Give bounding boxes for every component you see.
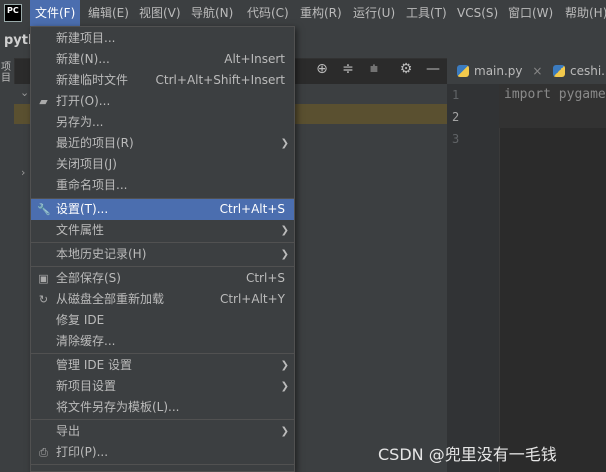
menu-run[interactable]: 运行(U): [348, 0, 400, 26]
menu-item-save-as[interactable]: 另存为...: [31, 112, 294, 133]
python-file-icon: [457, 65, 469, 77]
tab-label: main.py: [474, 64, 523, 78]
menu-view[interactable]: 视图(V): [134, 0, 186, 26]
menu-item-label: 从磁盘全部重新加载: [56, 292, 165, 306]
menu-item-open[interactable]: ▰ 打开(O)...: [31, 91, 294, 112]
line-number: 1: [452, 88, 460, 102]
menu-item-label: 文件属性: [56, 223, 105, 237]
menu-item-label: 全部保存(S): [56, 271, 121, 285]
menu-item-label: 新项目设置: [56, 379, 117, 393]
menu-item-label: 将文件另存为模板(L)...: [56, 400, 180, 414]
menu-item-shortcut: Ctrl+S: [245, 271, 285, 285]
menu-item-label: 另存为...: [56, 115, 104, 129]
collapse-all-icon[interactable]: ⩧: [365, 60, 383, 78]
menu-item-label: 最近的项目(R): [56, 136, 134, 150]
menu-tools[interactable]: 工具(T): [401, 0, 452, 26]
menu-separator: [31, 242, 294, 243]
menu-item-invalidate-caches[interactable]: 清除缓存...: [31, 331, 294, 352]
menu-item-repair-ide[interactable]: 修复 IDE: [31, 310, 294, 331]
menu-separator: [31, 353, 294, 354]
menu-item-shortcut: Alt+Insert: [224, 52, 285, 66]
menu-item-settings[interactable]: 🔧 设置(T)... Ctrl+Alt+S: [31, 199, 294, 220]
menu-item-new-project-settings[interactable]: 新项目设置 ❯: [31, 376, 294, 397]
menu-item-shortcut: Ctrl+Alt+S: [219, 202, 285, 216]
menu-item-rename-project[interactable]: 重命名项目...: [31, 175, 294, 196]
menu-item-file-properties[interactable]: 文件属性 ❯: [31, 220, 294, 241]
chevron-down-icon[interactable]: ⌄: [20, 86, 29, 99]
menu-item-recent-projects[interactable]: 最近的项目(R) ❯: [31, 133, 294, 154]
menu-item-local-history[interactable]: 本地历史记录(H) ❯: [31, 244, 294, 265]
close-icon[interactable]: ×: [532, 64, 542, 78]
python-file-icon: [553, 65, 565, 77]
current-line-highlight-2: [499, 106, 606, 128]
expand-all-icon[interactable]: ≑: [339, 60, 357, 78]
tab-ceshi-py[interactable]: ceshi.py: [553, 58, 606, 84]
submenu-arrow-icon: ❯: [280, 138, 289, 149]
project-tool-tab[interactable]: 项目: [1, 62, 13, 84]
printer-icon: ⎙: [39, 446, 48, 459]
submenu-arrow-icon: ❯: [280, 381, 289, 392]
gear-icon[interactable]: ⚙: [397, 60, 415, 78]
tab-label: ceshi.py: [570, 64, 606, 78]
menu-item-label: 清除缓存...: [56, 334, 116, 348]
menu-item-label: 打开(O)...: [56, 94, 111, 108]
menu-help[interactable]: 帮助(H): [560, 0, 606, 26]
menu-item-label: 重命名项目...: [56, 178, 128, 192]
pycharm-logo-icon: PC: [4, 4, 22, 22]
menu-separator: [31, 419, 294, 420]
code-text[interactable]: import pygame: [504, 87, 606, 102]
menu-edit[interactable]: 编辑(E): [83, 0, 134, 26]
submenu-arrow-icon: ❯: [280, 249, 289, 260]
left-tool-strip: [0, 58, 15, 472]
folder-open-icon: ▰: [39, 95, 48, 108]
menu-code[interactable]: 代码(C): [242, 0, 294, 26]
tab-main-py[interactable]: main.py ×: [457, 58, 542, 84]
menu-item-label: 关闭项目(J): [56, 157, 117, 171]
line-number: 2: [452, 110, 460, 124]
chevron-right-icon[interactable]: ›: [21, 166, 25, 179]
menu-item-label: 新建(N)...: [56, 52, 110, 66]
menu-item-export[interactable]: 导出 ❯: [31, 421, 294, 442]
menu-item-new-project[interactable]: 新建项目...: [31, 28, 294, 49]
locate-target-icon[interactable]: ⊕: [313, 60, 331, 78]
file-menu-dropdown: 新建项目... 新建(N)... Alt+Insert 新建临时文件 Ctrl+…: [30, 26, 295, 472]
menu-item-label: 修复 IDE: [56, 313, 105, 327]
submenu-arrow-icon: ❯: [280, 360, 289, 371]
menu-item-label: 设置(T)...: [56, 202, 109, 216]
watermark-text: CSDN @兜里没有一毛钱: [378, 445, 557, 464]
menu-item-label: 新建临时文件: [56, 73, 129, 87]
menu-bar: PC 文件(F) 编辑(E) 视图(V) 导航(N) 代码(C) 重构(R) 运…: [0, 0, 606, 26]
menu-item-label: 打印(P)...: [56, 445, 109, 459]
menu-navigate[interactable]: 导航(N): [186, 0, 238, 26]
menu-item-label: 新建项目...: [56, 31, 116, 45]
menu-item-new-scratch-file[interactable]: 新建临时文件 Ctrl+Alt+Shift+Insert: [31, 70, 294, 91]
menu-item-close-project[interactable]: 关闭项目(J): [31, 154, 294, 175]
menu-item-label: 导出: [56, 424, 81, 438]
line-number: 3: [452, 132, 460, 146]
refresh-icon: ↻: [38, 293, 49, 306]
menu-vcs[interactable]: VCS(S): [452, 0, 503, 26]
menu-item-shortcut: Ctrl+Alt+Y: [219, 292, 285, 306]
menu-item-label: 管理 IDE 设置: [56, 358, 132, 372]
menu-item-new[interactable]: 新建(N)... Alt+Insert: [31, 49, 294, 70]
menu-file[interactable]: 文件(F): [30, 0, 81, 26]
menu-separator: [31, 266, 294, 267]
menu-item-save-all[interactable]: ▣ 全部保存(S) Ctrl+S: [31, 268, 294, 289]
menu-refactor[interactable]: 重构(R): [295, 0, 347, 26]
menu-item-save-as-template[interactable]: 将文件另存为模板(L)...: [31, 397, 294, 418]
menu-item-print[interactable]: ⎙ 打印(P)...: [31, 442, 294, 463]
menu-item-shortcut: Ctrl+Alt+Shift+Insert: [155, 73, 285, 87]
menu-item-reload-from-disk[interactable]: ↻ 从磁盘全部重新加载 Ctrl+Alt+Y: [31, 289, 294, 310]
submenu-arrow-icon: ❯: [280, 426, 289, 437]
menu-window[interactable]: 窗口(W): [503, 0, 558, 26]
menu-item-label: 本地历史记录(H): [56, 247, 147, 261]
hide-panel-icon[interactable]: —: [424, 60, 442, 78]
submenu-arrow-icon: ❯: [280, 225, 289, 236]
menu-item-manage-ide-settings[interactable]: 管理 IDE 设置 ❯: [31, 355, 294, 376]
save-icon: ▣: [38, 272, 49, 285]
menu-separator: [31, 464, 294, 465]
wrench-icon: 🔧: [37, 203, 51, 216]
